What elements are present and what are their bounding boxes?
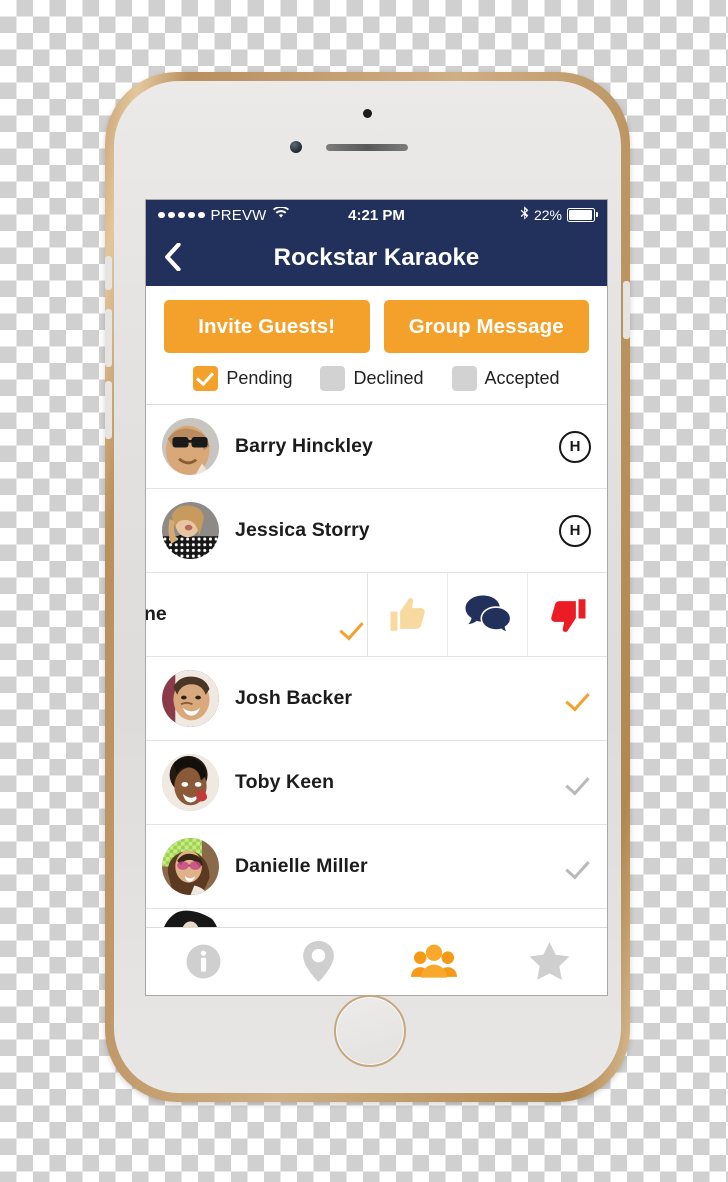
- silent-switch[interactable]: [105, 256, 112, 290]
- thumbs-up-icon: [390, 597, 425, 631]
- guest-name: Toby Keen: [235, 771, 335, 793]
- map-pin-icon: [303, 941, 335, 982]
- table-row[interactable]: Josh Backer: [146, 657, 607, 741]
- phone-frame: PREVW 4:21 PM 22% Rockstar Karaoke Invit…: [105, 72, 630, 1102]
- thumbs-down-action-button[interactable]: [528, 573, 607, 656]
- avatar: [162, 418, 219, 475]
- thumbs-down-icon: [550, 598, 585, 632]
- swiped-row-content[interactable]: ne: [146, 573, 368, 656]
- check-icon: [565, 854, 591, 880]
- guest-name: Josh Backer: [235, 687, 353, 709]
- filter-label-declined: Declined: [353, 368, 424, 388]
- checkbox-declined[interactable]: [320, 366, 346, 391]
- battery-icon: [567, 208, 598, 222]
- phone-screen: PREVW 4:21 PM 22% Rockstar Karaoke Invit…: [146, 200, 607, 995]
- message-action-button[interactable]: [448, 573, 528, 656]
- guest-list: Barry Hinckley H Jessica Storry H ne Jos…: [146, 404, 607, 937]
- row-status[interactable]: [565, 854, 591, 880]
- host-badge-icon: H: [559, 514, 591, 547]
- star-icon: [529, 942, 570, 980]
- check-icon: [565, 770, 591, 796]
- filter-accepted[interactable]: Accepted: [451, 366, 560, 391]
- row-status[interactable]: [565, 686, 591, 712]
- host-badge-icon: H: [559, 430, 591, 463]
- back-button[interactable]: [146, 242, 198, 274]
- front-camera-icon: [289, 141, 302, 153]
- row-status[interactable]: [565, 770, 591, 796]
- page-title: Rockstar Karaoke: [273, 244, 480, 271]
- guest-name: Barry Hinckley: [235, 435, 373, 457]
- filter-label-accepted: Accepted: [484, 368, 560, 388]
- guest-name: Jessica Storry: [235, 519, 370, 541]
- group-message-button[interactable]: Group Message: [383, 300, 589, 353]
- table-row[interactable]: Toby Keen: [146, 741, 607, 825]
- table-row[interactable]: Jessica Storry H: [146, 489, 607, 573]
- carrier-label: PREVW: [210, 206, 267, 224]
- tab-guests[interactable]: [377, 944, 492, 979]
- status-bar-right: 22%: [520, 206, 598, 224]
- status-bar-left: PREVW: [158, 206, 289, 224]
- filter-label-pending: Pending: [226, 368, 293, 388]
- table-row[interactable]: Barry Hinckley H: [146, 405, 607, 489]
- avatar: [162, 754, 219, 811]
- signal-strength-icon: [158, 211, 205, 219]
- invite-guests-button[interactable]: Invite Guests!: [164, 300, 370, 353]
- volume-down-button[interactable]: [105, 381, 112, 439]
- info-icon: [186, 944, 221, 979]
- tab-favorites[interactable]: [492, 942, 607, 981]
- bottom-tab-bar: [146, 927, 607, 995]
- filter-bar: Pending Declined Accepted: [146, 353, 607, 404]
- checkbox-accepted[interactable]: [451, 366, 477, 391]
- proximity-sensor-icon: [362, 109, 372, 118]
- phone-body: PREVW 4:21 PM 22% Rockstar Karaoke Invit…: [105, 81, 630, 1093]
- filter-pending[interactable]: Pending: [193, 366, 292, 391]
- avatar: [162, 838, 219, 895]
- status-bar: PREVW 4:21 PM 22%: [146, 200, 607, 230]
- chat-bubbles-icon: [465, 595, 511, 633]
- avatar: [162, 670, 219, 727]
- battery-percent-label: 22%: [533, 207, 562, 223]
- row-status[interactable]: H: [559, 514, 591, 547]
- row-status[interactable]: H: [559, 430, 591, 463]
- filter-declined[interactable]: Declined: [320, 366, 424, 391]
- tab-location[interactable]: [261, 941, 376, 982]
- action-button-bar: Invite Guests! Group Message: [146, 286, 607, 353]
- table-row[interactable]: Danielle Miller: [146, 825, 607, 909]
- people-icon: [411, 944, 458, 978]
- avatar: [162, 502, 219, 559]
- thumbs-up-action-button[interactable]: [368, 573, 448, 656]
- navigation-bar: Rockstar Karaoke: [146, 230, 607, 286]
- home-button[interactable]: [333, 995, 406, 1067]
- wifi-icon: [272, 206, 289, 223]
- power-button[interactable]: [623, 281, 630, 339]
- check-icon: [565, 686, 591, 712]
- checkbox-pending[interactable]: [193, 366, 219, 391]
- guest-name: Danielle Miller: [235, 855, 368, 877]
- bluetooth-icon: [520, 206, 529, 224]
- chevron-left-icon: [164, 242, 181, 271]
- volume-up-button[interactable]: [105, 309, 112, 367]
- guest-name-partial: ne: [146, 603, 167, 625]
- table-row-swiped[interactable]: ne: [146, 573, 607, 657]
- earpiece-speaker: [325, 144, 408, 151]
- tab-info[interactable]: [146, 943, 261, 980]
